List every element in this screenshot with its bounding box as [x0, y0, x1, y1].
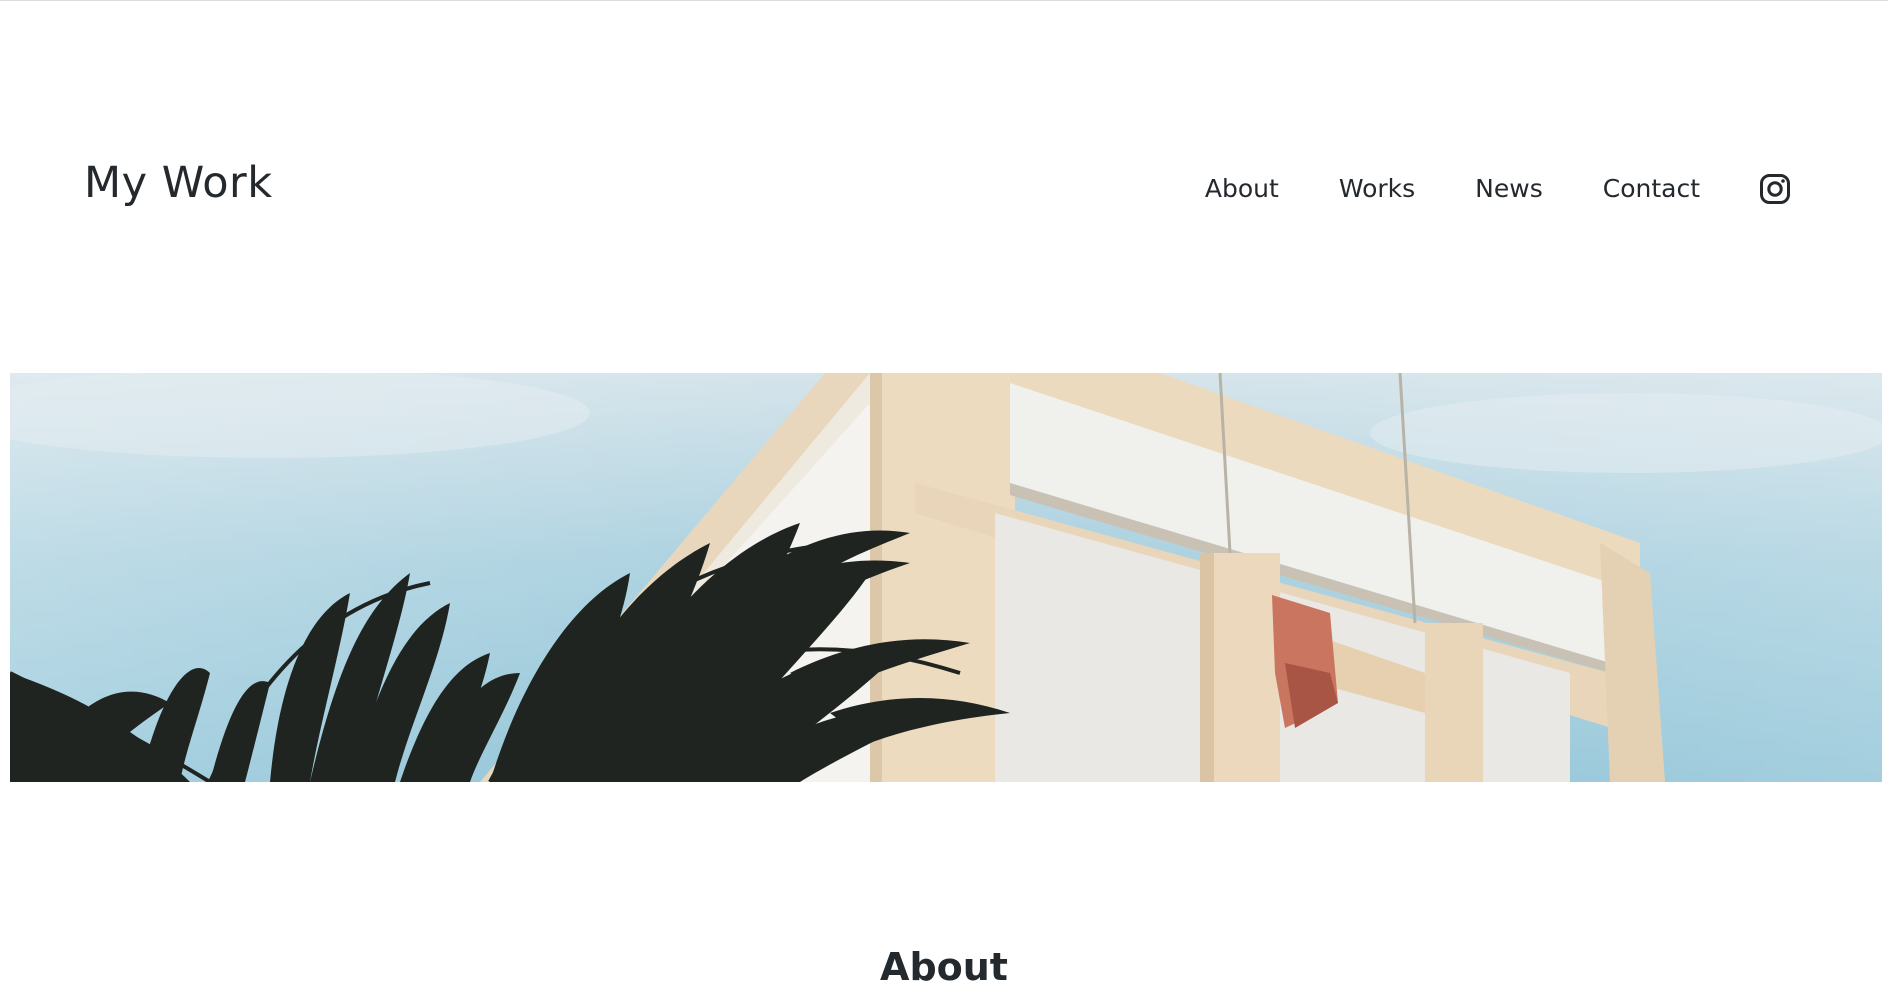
instagram-icon[interactable]	[1758, 172, 1792, 206]
nav-link-contact[interactable]: Contact	[1603, 170, 1700, 208]
nav-link-news[interactable]: News	[1475, 170, 1543, 208]
main-nav: About Works News Contact	[1205, 170, 1792, 208]
about-section-title: About	[880, 945, 1008, 989]
nav-link-about[interactable]: About	[1205, 170, 1279, 208]
hero-image	[10, 373, 1882, 782]
site-header: My Work About Works News Contact	[0, 0, 1888, 372]
site-logo[interactable]: My Work	[84, 157, 273, 209]
nav-link-works[interactable]: Works	[1339, 170, 1415, 208]
